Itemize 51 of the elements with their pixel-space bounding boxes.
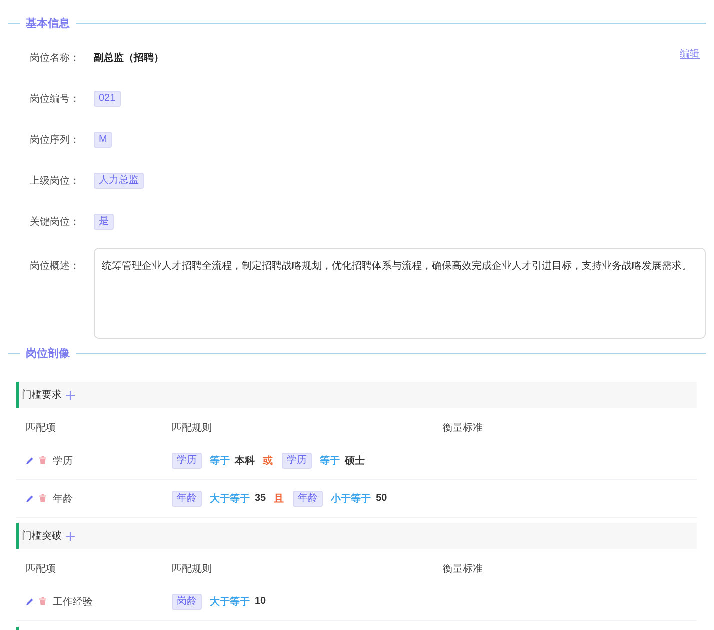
field-label: 岗位名称： <box>29 52 80 64</box>
field-label: 岗位序列： <box>29 134 80 146</box>
column-header: 匹配规则 <box>172 422 212 435</box>
operator-text: 大于等于 <box>210 492 250 506</box>
column-header: 衡量标准 <box>443 562 483 576</box>
condition-tag: 年龄 <box>293 490 324 506</box>
match-item: 学历 <box>53 454 73 468</box>
match-item: 工作经验 <box>53 596 93 608</box>
operator-text: 等于 <box>210 454 230 468</box>
add-icon[interactable] <box>66 532 75 540</box>
condition-tag: 学历 <box>172 452 202 468</box>
column-header: 匹配项 <box>26 563 56 576</box>
field-label: 岗位编号： <box>29 92 80 106</box>
field-tag: 021 <box>94 90 121 106</box>
value-text: 35 <box>255 493 266 504</box>
pencil-icon[interactable] <box>26 494 34 502</box>
field-tag: 是 <box>94 214 114 230</box>
trash-icon[interactable] <box>39 456 47 465</box>
column-header: 衡量标准 <box>443 422 483 435</box>
operator-text: 等于 <box>320 454 340 468</box>
field-tag: 人力总监 <box>94 172 144 188</box>
condition-tag: 年龄 <box>172 490 202 506</box>
section-marker <box>16 627 19 630</box>
pencil-icon[interactable] <box>26 598 34 606</box>
field-tag: M <box>94 132 112 148</box>
operator-text: 大于等于 <box>210 596 250 608</box>
column-header: 匹配规则 <box>172 563 212 576</box>
column-header: 匹配项 <box>26 422 56 435</box>
value-text: 硕士 <box>345 454 365 468</box>
connector-text: 且 <box>274 492 284 506</box>
group-title: 门槛突破 <box>22 530 62 543</box>
pencil-icon[interactable] <box>26 456 34 464</box>
description-field[interactable]: 统筹管理企业人才招聘全流程，制定招聘战略规划，优化招聘体系与流程，确保高效完成企业人才引进目标，支持业务战略发展需求。 <box>94 248 706 339</box>
trash-icon[interactable] <box>39 597 47 606</box>
add-icon[interactable] <box>66 390 75 400</box>
value-text: 10 <box>255 596 266 607</box>
value-text: 本科 <box>235 454 255 468</box>
field-label: 关键岗位： <box>29 216 80 228</box>
field-label: 上级岗位： <box>29 174 80 188</box>
match-item: 年龄 <box>53 492 73 506</box>
condition-tag: 学历 <box>282 452 312 468</box>
section-title: 岗位剖像 <box>25 346 71 360</box>
operator-text: 小于等于 <box>331 492 372 506</box>
condition-tag: 岗龄 <box>172 594 202 610</box>
value-text: 50 <box>376 493 388 504</box>
group-title: 门槛要求 <box>22 388 62 402</box>
trash-icon[interactable] <box>39 494 47 503</box>
field-value: 副总监（招聘） <box>94 52 164 64</box>
connector-text: 或 <box>263 454 273 468</box>
section-title: 基本信息 <box>25 16 71 30</box>
field-label: 岗位概述： <box>29 260 80 273</box>
